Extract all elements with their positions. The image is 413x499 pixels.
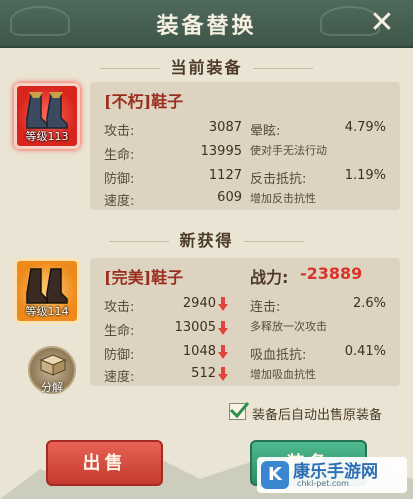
down-arrow-icon: [218, 297, 228, 311]
stat-label: 攻击:: [104, 300, 135, 315]
extra-label: 反击抵抗:: [250, 172, 307, 187]
extra-label: 晕眩:: [250, 124, 281, 139]
extra-desc: 增加吸血抗性: [250, 368, 316, 381]
stat-label: 防御:: [104, 348, 135, 363]
new-item-icon[interactable]: 等级114: [14, 258, 80, 324]
stat-label: 速度:: [104, 370, 135, 385]
stat-label: 速度:: [104, 194, 135, 209]
boots-icon: [26, 92, 68, 129]
watermark-logo-icon: K: [261, 461, 289, 489]
stat-value: 512: [191, 366, 216, 381]
current-item-name: [不朽]鞋子: [104, 92, 184, 111]
stat-value: 13995: [200, 144, 242, 159]
checkmark-icon: [229, 402, 249, 419]
extra-label: 吸血抵抗:: [250, 348, 307, 363]
power-value: -23889: [300, 264, 363, 283]
new-item-level: 等级114: [25, 305, 69, 318]
extra-value: 1.19%: [344, 168, 386, 183]
extra-value: 4.79%: [344, 120, 386, 135]
stat-value: 1048: [182, 344, 216, 359]
auto-sell-label: 装备后自动出售原装备: [252, 408, 383, 423]
extra-desc: 增加反击抗性: [250, 192, 316, 205]
sell-button[interactable]: 出售: [46, 440, 163, 486]
stat-label: 生命:: [104, 324, 135, 339]
stat-value: 2940: [182, 296, 216, 311]
equipment-replace-dialog: 装备替换 ✕ 当前装备 等级113 [不朽]鞋子 攻击: 3087 生命: 13…: [0, 0, 413, 499]
extra-label: 连击:: [250, 300, 281, 315]
down-arrow-icon: [218, 345, 228, 359]
decompose-label: 分解: [41, 381, 63, 394]
watermark: K 康乐手游网 chkl-pet.com: [257, 457, 407, 493]
extra-value: 0.41%: [344, 344, 386, 359]
power-label: 战力:: [250, 268, 289, 287]
new-equipment-title: 新获得: [0, 227, 413, 251]
auto-sell-checkbox[interactable]: [229, 402, 249, 420]
stat-label: 生命:: [104, 148, 135, 163]
current-item-level: 等级113: [25, 130, 69, 143]
stat-value: 13005: [174, 320, 216, 335]
current-stats-panel: [不朽]鞋子 攻击: 3087 生命: 13995 防御: 1127 速度: 6…: [90, 82, 400, 210]
stat-value: 609: [217, 190, 242, 205]
stat-label: 攻击:: [104, 124, 135, 139]
dialog-title: 装备替换: [156, 13, 257, 39]
new-stats-panel: [完美]鞋子 战力: -23889 攻击: 2940 生命: 13005 防御:…: [90, 258, 400, 386]
boots-icon: [26, 268, 68, 304]
box-icon: [40, 354, 66, 376]
watermark-url: chkl-pet.com: [297, 479, 349, 488]
current-equipment-title: 当前装备: [0, 54, 413, 78]
extra-value: 2.6%: [352, 296, 386, 311]
stat-value: 3087: [208, 120, 242, 135]
current-item-icon[interactable]: 等级113: [14, 83, 80, 149]
close-icon[interactable]: ✕: [365, 6, 399, 40]
stat-value: 1127: [208, 168, 242, 183]
down-arrow-icon: [218, 367, 228, 381]
dialog-header: 装备替换 ✕: [0, 0, 413, 48]
extra-desc: 多释放一次攻击: [250, 320, 327, 333]
stat-label: 防御:: [104, 172, 135, 187]
down-arrow-icon: [218, 321, 228, 335]
decompose-button[interactable]: 分解: [28, 346, 76, 394]
new-item-name: [完美]鞋子: [104, 268, 184, 287]
extra-desc: 使对手无法行动: [250, 144, 327, 157]
